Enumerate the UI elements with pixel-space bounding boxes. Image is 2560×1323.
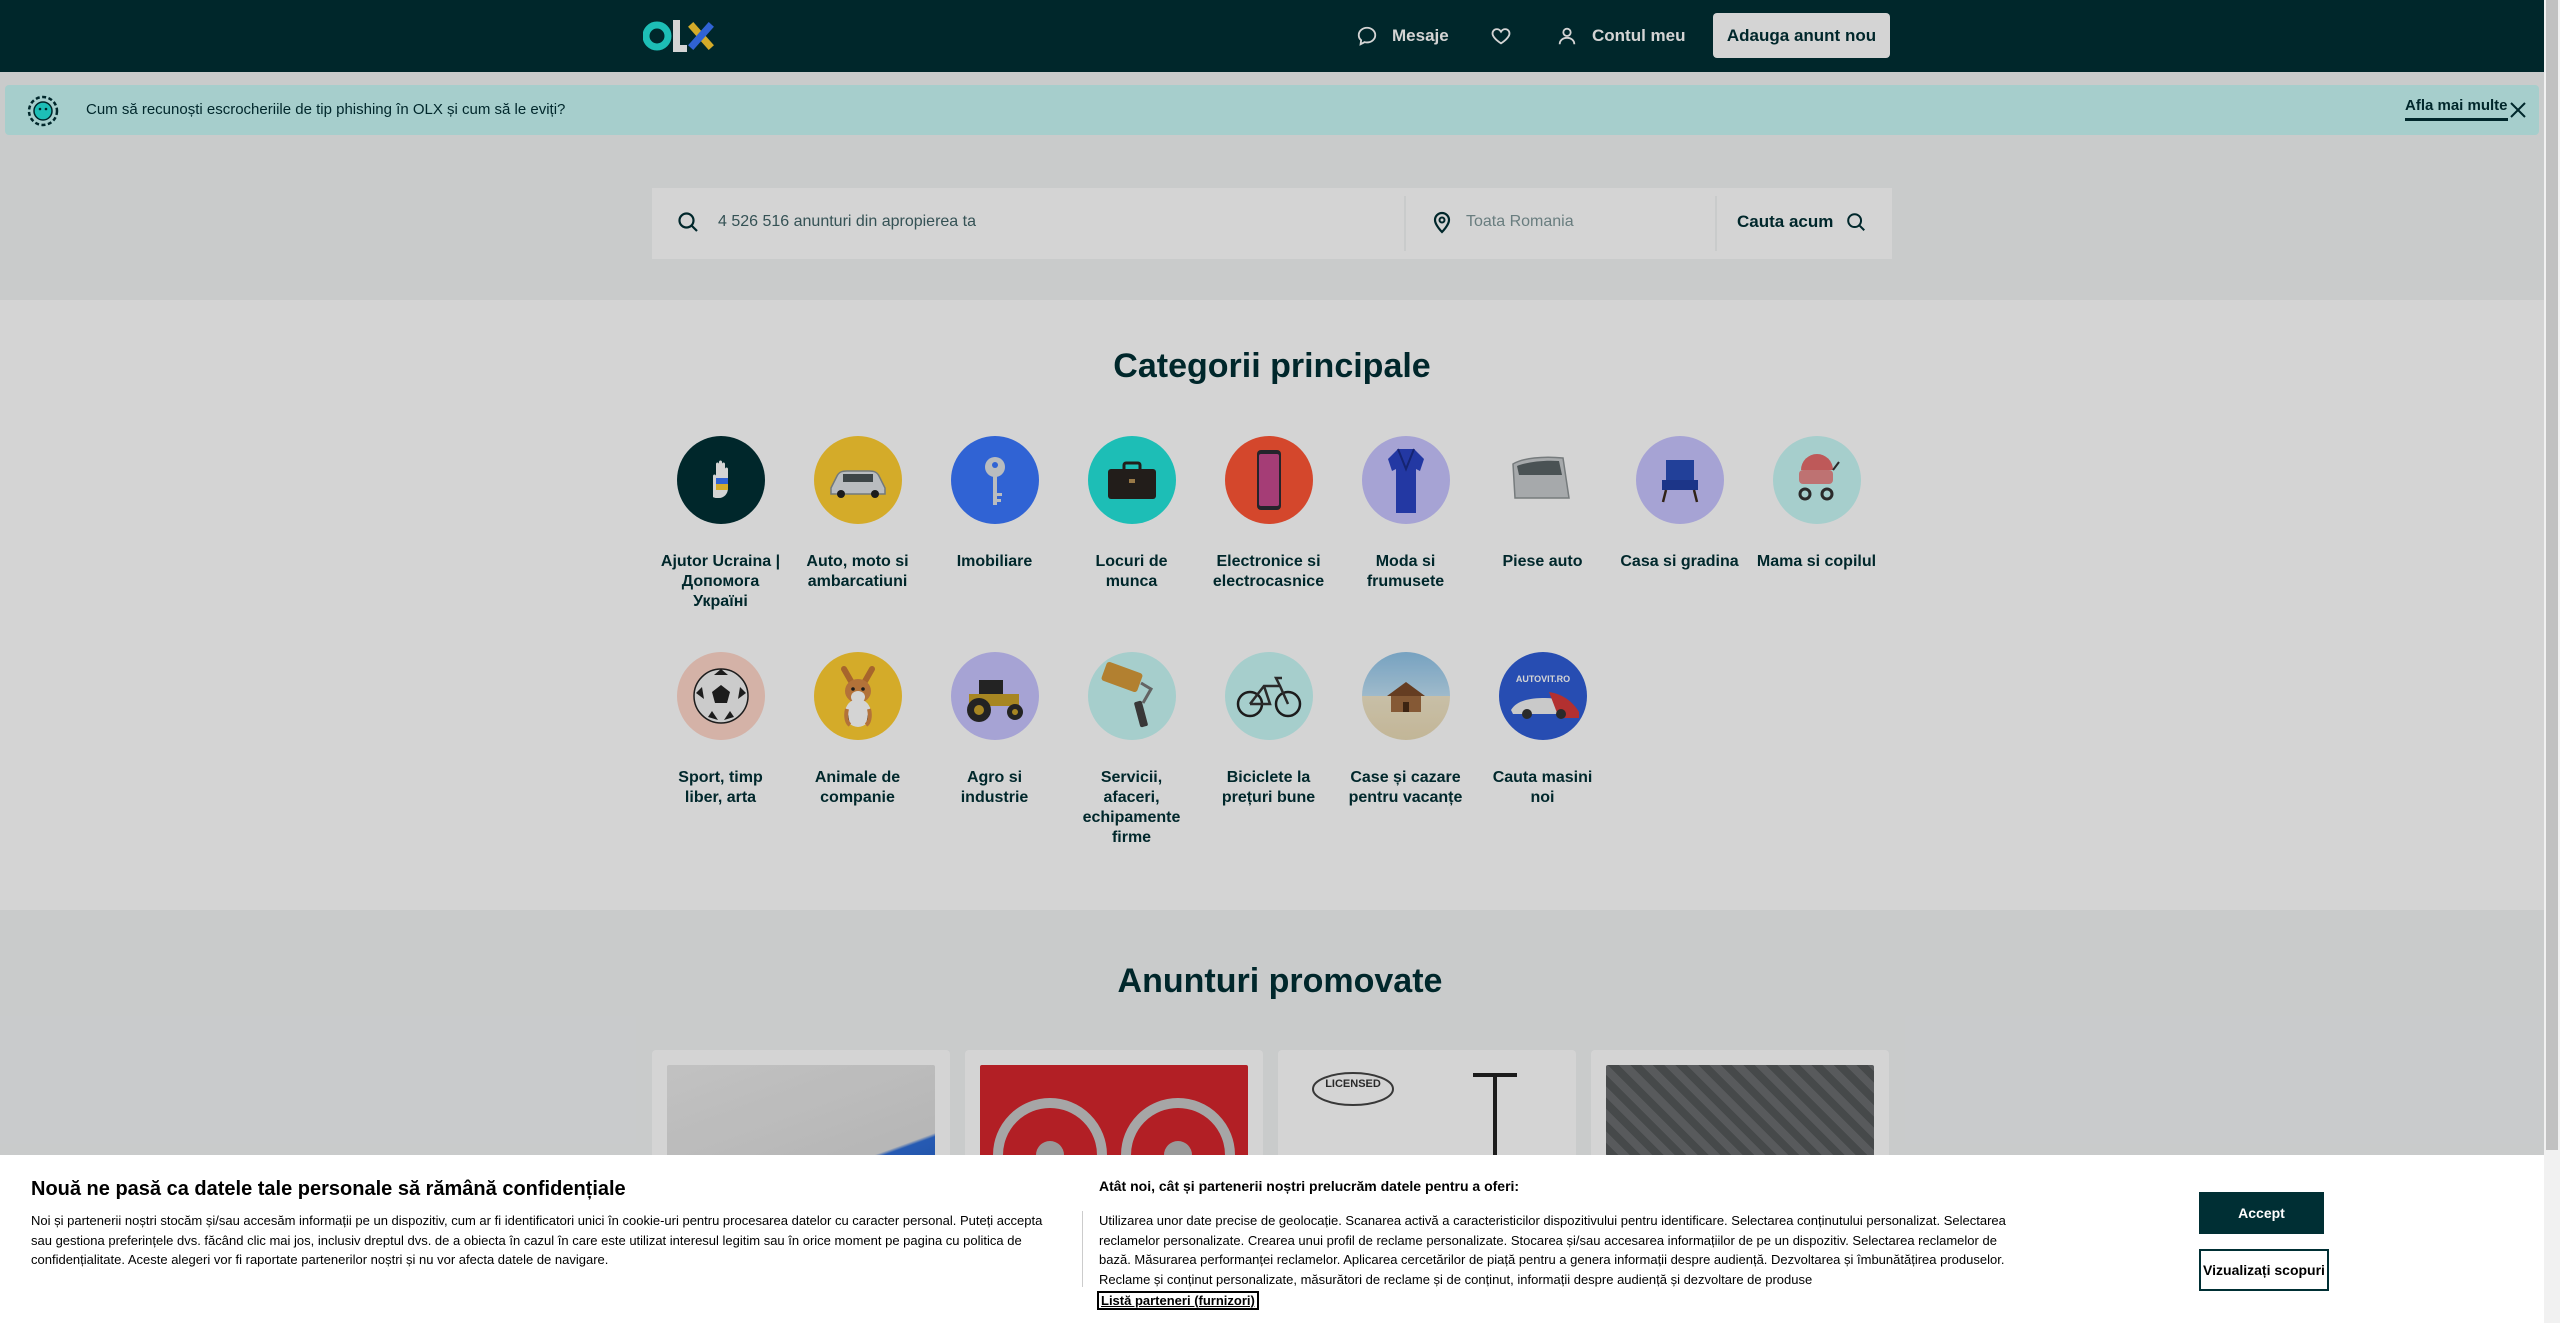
view-purposes-button[interactable]: Vizualizați scopuri <box>2199 1249 2329 1291</box>
cookie-consent-dialog: Nouă ne pasă ca datele tale personale să… <box>0 1155 2544 1323</box>
accept-button[interactable]: Accept <box>2199 1192 2324 1234</box>
partners-list-link[interactable]: Listă parteneri (furnizori) <box>1097 1291 1259 1310</box>
scrollbar-thumb[interactable] <box>2546 0 2558 1150</box>
modal-backdrop <box>0 0 2544 1323</box>
cookie-title: Nouă ne pasă ca datele tale personale să… <box>31 1178 626 1200</box>
cookie-purposes-title: Atât noi, cât și partenerii noștri prelu… <box>1099 1178 1520 1194</box>
cookie-purposes-text: Utilizarea unor date precise de geolocaț… <box>1099 1213 2006 1287</box>
cookie-divider <box>1082 1211 1083 1287</box>
cookie-body: Noi și partenerii noștri stocăm și/sau a… <box>31 1213 1043 1267</box>
